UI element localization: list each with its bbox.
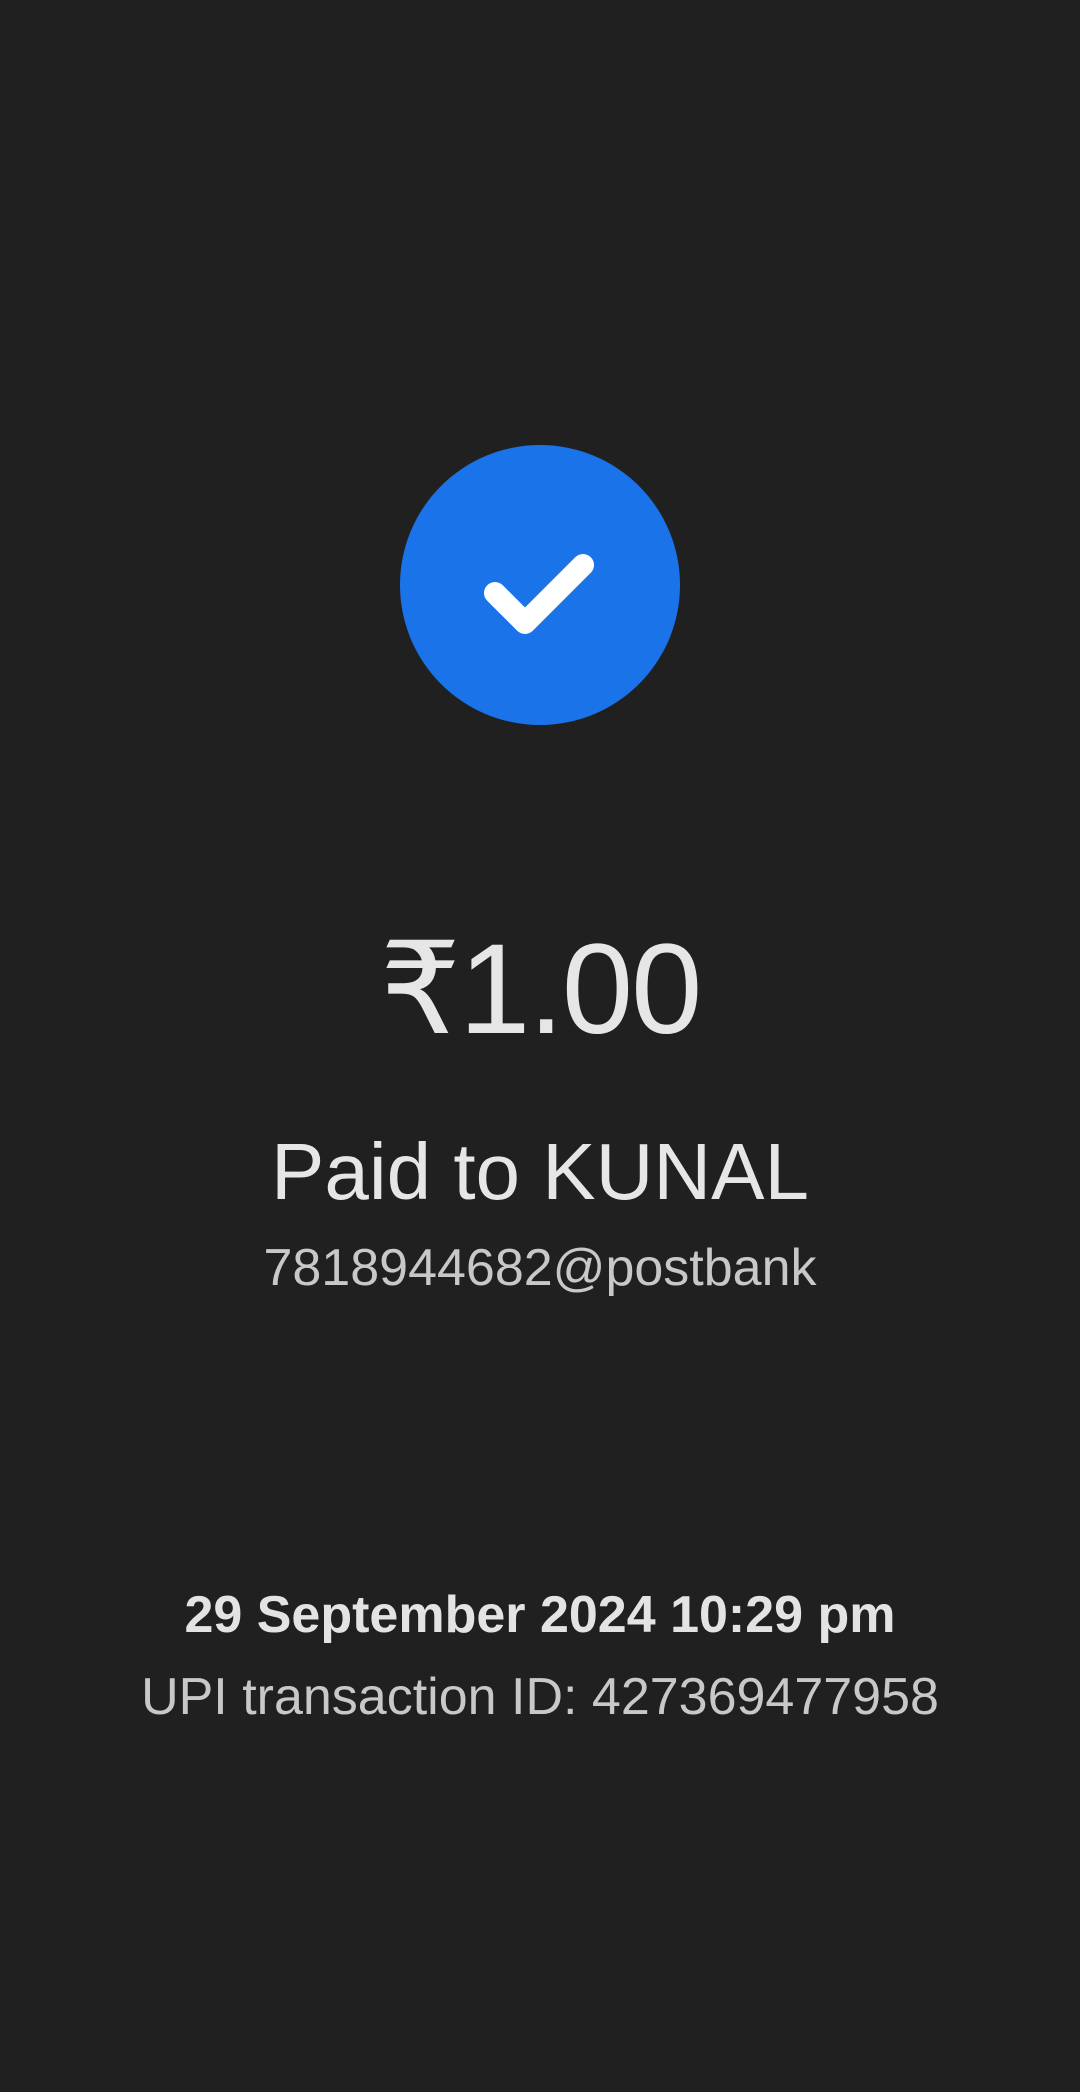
- transaction-id: UPI transaction ID: 427369477958: [141, 1668, 939, 1726]
- success-check-badge: [400, 445, 680, 725]
- payment-success-screen: ₹1.00 Paid to KUNAL 7818944682@postbank …: [0, 0, 1080, 2092]
- payee-name: Paid to KUNAL: [270, 1127, 810, 1216]
- payment-amount: ₹1.00: [379, 918, 703, 1061]
- checkmark-icon: [484, 554, 594, 634]
- transaction-datetime: 29 September 2024 10:29 pm: [184, 1586, 896, 1644]
- payee-upi-id: 7818944682@postbank: [263, 1239, 817, 1297]
